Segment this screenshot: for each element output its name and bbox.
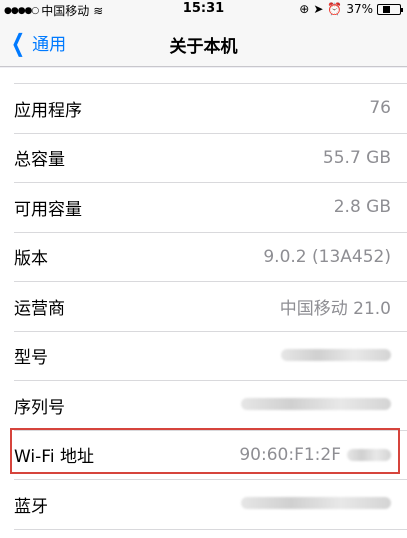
row-value: 55.7 GB xyxy=(322,147,391,168)
row-value: 90:60:F1:2F xyxy=(239,445,391,465)
list-item-model[interactable]: 型号 xyxy=(14,332,407,381)
row-label: 版本 xyxy=(14,249,48,270)
row-value: 2.8 GB xyxy=(333,197,391,218)
wifi-address-value: 90:60:F1:2F xyxy=(239,444,341,465)
page-title: 关于本机 xyxy=(169,37,238,57)
location-icon: ➤ xyxy=(313,2,324,16)
redacted-value xyxy=(241,398,391,411)
list-item-partial xyxy=(14,68,407,84)
list-item-available: 可用容量 2.8 GB xyxy=(14,183,407,233)
row-value-blurred xyxy=(241,494,391,514)
list-item-serial[interactable]: 序列号 xyxy=(14,381,407,431)
row-value-blurred xyxy=(241,395,391,415)
redacted-value xyxy=(347,448,391,461)
status-right: ⊕ ➤ ⏰ 37% xyxy=(295,2,403,16)
navigation-bar: ❮ 通用 关于本机 xyxy=(0,20,407,67)
orientation-lock-icon: ⊕ xyxy=(299,2,310,16)
redacted-value xyxy=(281,348,391,361)
row-value: 9.0.2 (13A452) xyxy=(263,246,391,267)
list-item-version: 版本 9.0.2 (13A452) xyxy=(14,233,407,282)
list-item-apps: 应用程序 76 xyxy=(14,84,407,134)
list-item-carrier[interactable]: 运营商 中国移动 21.0 xyxy=(14,282,407,332)
battery-percent: 37% xyxy=(346,2,373,16)
list-item-bluetooth: 蓝牙 xyxy=(14,480,407,530)
row-label: 蓝牙 xyxy=(14,496,48,517)
row-label: 应用程序 xyxy=(14,100,82,121)
row-label: 序列号 xyxy=(14,397,65,418)
about-list: 应用程序 76 总容量 55.7 GB 可用容量 2.8 GB 版本 9.0.2… xyxy=(0,68,407,538)
row-value: 中国移动 21.0 xyxy=(279,298,391,319)
alarm-icon: ⏰ xyxy=(327,2,343,16)
row-value-blurred xyxy=(281,346,391,366)
redacted-value xyxy=(241,497,391,510)
status-bar: ●●●●○ 中国移动 ≋ 15:31 ⊕ ➤ ⏰ 37% xyxy=(0,0,407,20)
row-label: 总容量 xyxy=(14,150,65,171)
about-screen: ●●●●○ 中国移动 ≋ 15:31 ⊕ ➤ ⏰ 37% ❮ 通用 关于本机 应… xyxy=(0,0,407,538)
row-value: 76 xyxy=(369,98,391,119)
list-item-wifi-address: Wi-Fi 地址 90:60:F1:2F xyxy=(14,431,407,480)
row-label: 可用容量 xyxy=(14,199,82,220)
row-label: 运营商 xyxy=(14,298,65,319)
battery-level xyxy=(383,5,390,13)
row-label: 型号 xyxy=(14,348,48,369)
list-item-capacity: 总容量 55.7 GB xyxy=(14,134,407,183)
row-label: Wi-Fi 地址 xyxy=(14,447,94,468)
battery-icon xyxy=(377,3,403,15)
